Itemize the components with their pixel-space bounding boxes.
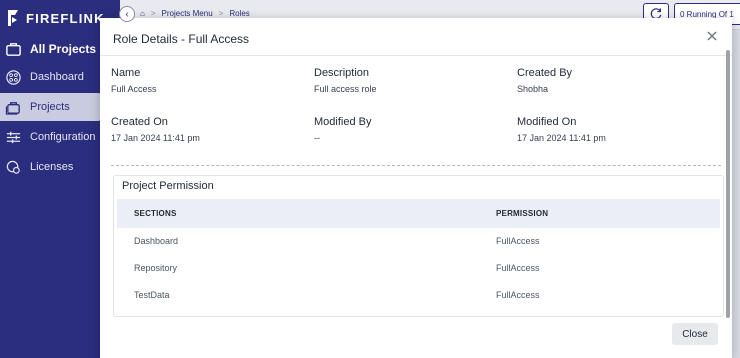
- brand-logo: FIREFLINK: [6, 8, 105, 28]
- breadcrumb-separator: >: [150, 9, 156, 18]
- field-value: 17 Jan 2024 11:41 pm: [517, 133, 606, 143]
- column-header-permission: PERMISSION: [496, 209, 549, 218]
- sidebar-item-label: Dashboard: [30, 71, 84, 83]
- fireflink-logo-icon: [8, 10, 18, 26]
- field-label: Created By: [517, 67, 573, 79]
- field-label: Created On: [111, 116, 168, 128]
- table-row: Dashboard FullAccess: [117, 228, 720, 254]
- section-cell: TestData: [134, 290, 170, 300]
- section-divider: [111, 165, 721, 166]
- permission-cell: FullAccess: [496, 290, 540, 300]
- sidebar-item-label: Projects: [30, 101, 70, 113]
- field-created-by: Created By Shobha: [517, 67, 572, 94]
- field-value: --: [314, 133, 320, 143]
- column-header-sections: SECTIONS: [134, 209, 177, 218]
- briefcase-icon: [6, 42, 21, 56]
- field-modified-by: Modified By --: [314, 116, 371, 143]
- breadcrumb-item: Roles: [229, 9, 250, 18]
- permission-table-header: SECTIONS PERMISSION: [117, 199, 720, 228]
- field-label: Modified By: [314, 116, 372, 128]
- sidebar-item-label: Licenses: [30, 161, 74, 173]
- project-permission-panel: Project Permission SECTIONS PERMISSION D…: [113, 175, 724, 317]
- field-modified-on: Modified On 17 Jan 2024 11:41 pm: [517, 116, 606, 143]
- section-cell: Repository: [134, 263, 178, 273]
- modal-scrollbar-thumb[interactable]: [726, 50, 730, 318]
- projects-icon: [5, 101, 20, 115]
- license-icon: [6, 160, 20, 174]
- section-cell: Dashboard: [134, 236, 179, 246]
- sliders-icon: [6, 131, 21, 143]
- field-label: Name: [111, 67, 141, 79]
- field-name: Name Full Access: [111, 67, 157, 94]
- table-row: Repository FullAccess: [117, 255, 720, 281]
- permission-cell: FullAccess: [496, 263, 540, 273]
- field-description: Description Full access role: [314, 67, 377, 94]
- field-created-on: Created On 17 Jan 2024 11:41 pm: [111, 116, 200, 143]
- role-details-modal: Role Details - Full Access Name Full Acc…: [100, 18, 732, 358]
- field-value: Shobha: [517, 84, 549, 94]
- close-icon[interactable]: [705, 29, 719, 43]
- chevron-left-icon: ‹: [125, 8, 129, 20]
- brand-name: FIREFLINK: [26, 10, 105, 26]
- field-value: Full access role: [314, 84, 377, 94]
- breadcrumb: ⌂ > Projects Menu > Roles: [140, 9, 250, 18]
- field-label: Modified On: [517, 116, 577, 128]
- title-divider: [100, 55, 732, 56]
- sidebar-item-projects[interactable]: Projects: [0, 93, 112, 121]
- table-row: TestData FullAccess: [117, 282, 720, 308]
- sidebar-item-label: Configuration: [30, 131, 96, 143]
- field-value: Full Access: [111, 84, 157, 94]
- breadcrumb-separator: >: [218, 9, 224, 18]
- modal-title: Role Details - Full Access: [113, 32, 250, 46]
- permission-cell: FullAccess: [496, 236, 540, 246]
- sidebar-collapse-button[interactable]: ‹: [119, 6, 135, 22]
- breadcrumb-item[interactable]: Projects Menu: [162, 9, 213, 18]
- close-button[interactable]: Close: [672, 323, 718, 345]
- field-label: Description: [314, 67, 370, 79]
- field-value: 17 Jan 2024 11:41 pm: [111, 133, 200, 143]
- permission-panel-title: Project Permission: [122, 180, 214, 192]
- sidebar-item-label: All Projects: [30, 42, 97, 56]
- home-icon[interactable]: ⌂: [140, 9, 145, 18]
- dashboard-icon: [6, 69, 21, 85]
